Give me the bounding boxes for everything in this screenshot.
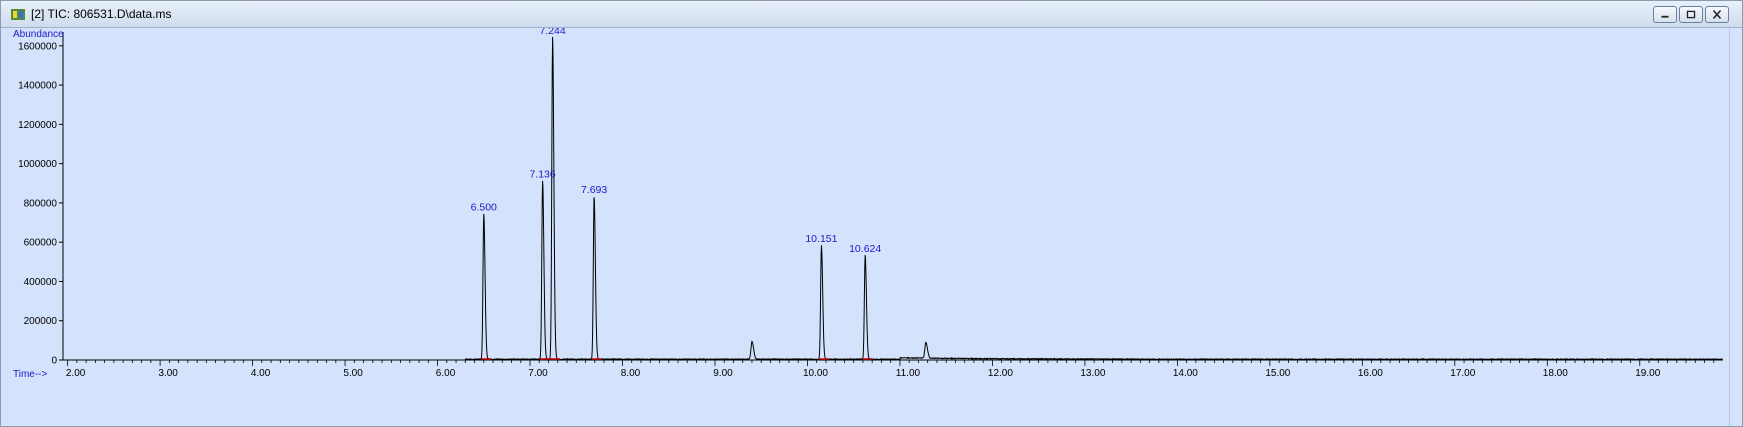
x-tick-label: 8.00 xyxy=(621,368,641,379)
peak-label: 10.151 xyxy=(805,233,837,245)
x-tick-label: 17.00 xyxy=(1450,368,1475,379)
x-tick-label: 15.00 xyxy=(1265,368,1290,379)
y-tick-label: 800000 xyxy=(24,198,58,209)
x-tick-label: 11.00 xyxy=(896,368,921,379)
x-tick-label: 6.00 xyxy=(436,368,456,379)
vertical-scrollbar[interactable] xyxy=(1729,28,1742,426)
x-tick-label: 7.00 xyxy=(528,368,548,379)
peak-label: 7.136 xyxy=(529,168,555,180)
app-icon xyxy=(11,9,25,20)
x-tick-label: 16.00 xyxy=(1358,368,1383,379)
y-tick-label: 1200000 xyxy=(18,120,57,131)
chromatogram-chart: 0 200000 400000 600000 800000 1000000 1200000 1… xyxy=(13,28,1723,380)
y-tick-label: 1000000 xyxy=(18,159,57,170)
y-tick-label: 1600000 xyxy=(18,41,57,52)
peak-label: 7.693 xyxy=(581,184,607,196)
chromatogram-window: [2] TIC: 806531.D\data.ms 0 200000 400000 6… xyxy=(0,0,1743,427)
restore-icon xyxy=(1686,10,1696,19)
peak-label: 6.500 xyxy=(471,202,497,214)
restore-button[interactable] xyxy=(1679,6,1703,23)
y-tick-label: 1400000 xyxy=(18,81,57,92)
peak-label: 7.244 xyxy=(539,28,565,37)
x-tick-label: 10.00 xyxy=(803,368,828,379)
x-tick-label: 19.00 xyxy=(1635,368,1660,379)
y-tick-label: 400000 xyxy=(24,277,58,288)
close-icon xyxy=(1712,10,1722,19)
x-tick-label: 2.00 xyxy=(66,368,86,379)
window-title: [2] TIC: 806531.D\data.ms xyxy=(31,7,172,21)
x-tick-label: 18.00 xyxy=(1543,368,1568,379)
x-tick-label: 12.00 xyxy=(988,368,1013,379)
tic-trace xyxy=(63,36,1723,361)
y-tick-label: 200000 xyxy=(24,316,58,327)
close-button[interactable] xyxy=(1705,6,1729,23)
x-tick-label: 3.00 xyxy=(158,368,178,379)
x-axis-label: Time--> xyxy=(13,369,48,380)
x-tick-label: 9.00 xyxy=(713,368,733,379)
title-bar[interactable]: [2] TIC: 806531.D\data.ms xyxy=(1,1,1742,28)
y-axis-label: Abundance xyxy=(13,29,64,40)
peak-label: 10.624 xyxy=(849,243,881,255)
x-tick-label: 13.00 xyxy=(1080,368,1105,379)
y-tick-label: 0 xyxy=(51,356,57,367)
y-tick-label: 600000 xyxy=(24,238,58,249)
x-tick-label: 14.00 xyxy=(1173,368,1198,379)
minimize-icon xyxy=(1661,15,1669,18)
x-tick-label: 4.00 xyxy=(251,368,271,379)
x-tick-label: 5.00 xyxy=(343,368,363,379)
minimize-button[interactable] xyxy=(1653,6,1677,23)
